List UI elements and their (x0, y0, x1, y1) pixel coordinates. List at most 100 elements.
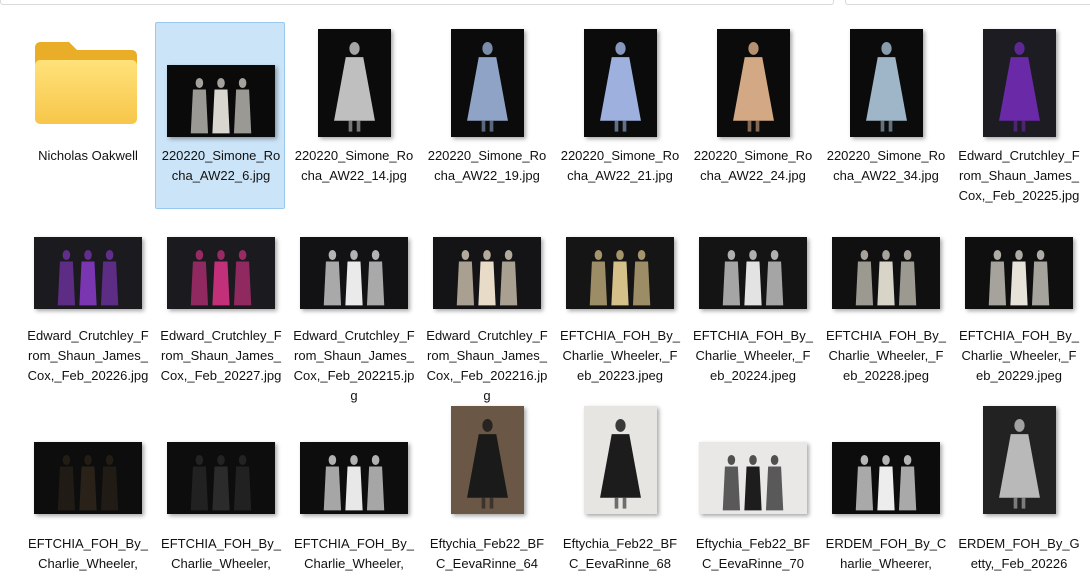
image-thumbnail (451, 29, 524, 137)
file-name: 220220_Simone_Rocha_AW22_24.jpg (693, 148, 813, 183)
file-name: Edward_Crutchley_From_Shaun_James_Cox,_F… (27, 328, 149, 383)
file-name: 220220_Simone_Rocha_AW22_34.jpg (826, 148, 946, 183)
image-thumbnail (34, 237, 142, 309)
photo-preview (717, 29, 790, 137)
file-item[interactable]: Edward_Crutchley_From_Shaun_James_Cox,_F… (22, 230, 152, 400)
photo-preview (832, 237, 940, 309)
file-name: EFTCHIA_FOH_By_Charlie_Wheeler, (28, 536, 148, 571)
image-thumbnail (965, 237, 1073, 309)
photo-preview (584, 406, 657, 514)
photo-preview (850, 29, 923, 137)
file-item[interactable]: 220220_Simone_Rocha_AW22_21.jpg (554, 22, 684, 209)
thumbnail-area (555, 406, 685, 527)
file-item[interactable]: 220220_Simone_Rocha_AW22_14.jpg (288, 22, 418, 209)
image-thumbnail (451, 406, 524, 514)
file-item[interactable]: ERDEM_FOH_By_Charlie_Wheerer, (820, 406, 950, 576)
thumbnail-area (156, 407, 286, 527)
file-item[interactable]: Edward_Crutchley_From_Shaun_James_Cox,_F… (155, 230, 285, 400)
file-item[interactable]: 220220_Simone_Rocha_AW22_24.jpg (687, 22, 817, 209)
thumbnail-area (422, 23, 552, 143)
photo-preview (983, 29, 1056, 137)
file-item[interactable]: 220220_Simone_Rocha_AW22_6.jpg (155, 22, 285, 209)
folder-icon (35, 42, 137, 124)
image-thumbnail (584, 29, 657, 137)
thumbnail-area (156, 23, 286, 143)
file-item[interactable]: Eftychia_Feb22_BFC_EevaRinne_64 (421, 406, 551, 576)
photo-preview (300, 237, 408, 309)
file-name: EFTCHIA_FOH_By_Charlie_Wheeler,_Feb_2022… (959, 328, 1079, 383)
thumbnail-area (555, 23, 685, 143)
photo-preview (34, 442, 142, 514)
file-item[interactable]: EFTCHIA_FOH_By_Charlie_Wheeler,_Feb_2022… (687, 230, 817, 400)
photo-preview (451, 29, 524, 137)
image-thumbnail (584, 406, 657, 514)
image-thumbnail (832, 237, 940, 309)
image-thumbnail (34, 442, 142, 514)
image-thumbnail (433, 237, 541, 309)
file-name: Edward_Crutchley_From_Shaun_James_Cox,_F… (160, 328, 282, 383)
image-thumbnail (300, 442, 408, 514)
image-thumbnail (699, 237, 807, 309)
file-item[interactable]: Edward_Crutchley_From_Shaun_James_Cox,_F… (421, 230, 551, 403)
image-thumbnail (699, 442, 807, 514)
image-thumbnail (983, 29, 1056, 137)
file-item[interactable]: ERDEM_FOH_By_Getty,_Feb_20226 (953, 406, 1083, 576)
photo-preview (300, 442, 408, 514)
file-item[interactable]: Edward_Crutchley_From_Shaun_James_Cox,_F… (953, 22, 1083, 209)
image-thumbnail (717, 29, 790, 137)
photo-preview (566, 237, 674, 309)
file-name: EFTCHIA_FOH_By_Charlie_Wheeler,_Feb_2022… (560, 328, 680, 383)
file-item[interactable]: EFTCHIA_FOH_By_Charlie_Wheeler, (155, 406, 285, 576)
file-item[interactable]: EFTCHIA_FOH_By_Charlie_Wheeler,_Feb_2022… (953, 230, 1083, 400)
image-thumbnail (983, 406, 1056, 514)
photo-preview (167, 442, 275, 514)
file-name: Edward_Crutchley_From_Shaun_James_Cox,_F… (293, 328, 415, 403)
file-name: 220220_Simone_Rocha_AW22_21.jpg (560, 148, 680, 183)
image-thumbnail (167, 65, 275, 137)
image-thumbnail (318, 29, 391, 137)
file-item[interactable]: EFTCHIA_FOH_By_Charlie_Wheeler, (288, 406, 418, 576)
image-thumbnail (832, 442, 940, 514)
toolbar-strip (0, 0, 1090, 6)
file-item[interactable]: 220220_Simone_Rocha_AW22_19.jpg (421, 22, 551, 209)
file-name: 220220_Simone_Rocha_AW22_6.jpg (161, 148, 281, 183)
image-thumbnail (850, 29, 923, 137)
photo-preview (167, 65, 275, 137)
thumbnail-area (422, 406, 552, 527)
file-name: 220220_Simone_Rocha_AW22_14.jpg (294, 148, 414, 183)
photo-preview (167, 237, 275, 309)
search-box[interactable] (845, 0, 1090, 5)
photo-preview (699, 237, 807, 309)
file-item[interactable]: 220220_Simone_Rocha_AW22_34.jpg (820, 22, 950, 209)
photo-preview (584, 29, 657, 137)
thumbnail-area (289, 23, 419, 143)
thumbnail-area (954, 23, 1084, 143)
folder-item[interactable]: Nicholas Oakwell (22, 22, 152, 209)
file-name: Eftychia_Feb22_BFC_EevaRinne_64 (429, 536, 545, 571)
file-item[interactable]: EFTCHIA_FOH_By_Charlie_Wheeler, (22, 406, 152, 576)
file-item[interactable]: EFTCHIA_FOH_By_Charlie_Wheeler,_Feb_2022… (820, 230, 950, 400)
file-item[interactable]: Eftychia_Feb22_BFC_EevaRinne_68 (554, 406, 684, 576)
file-item[interactable]: EFTCHIA_FOH_By_Charlie_Wheeler,_Feb_2022… (554, 230, 684, 400)
image-thumbnail (566, 237, 674, 309)
thumbnail-area (954, 406, 1084, 527)
photo-preview (699, 442, 807, 514)
address-bar[interactable] (0, 0, 834, 5)
file-name: EFTCHIA_FOH_By_Charlie_Wheeler, (294, 536, 414, 571)
file-name: EFTCHIA_FOH_By_Charlie_Wheeler,_Feb_2022… (826, 328, 946, 383)
thumbnail-area (688, 23, 818, 143)
file-item[interactable]: Edward_Crutchley_From_Shaun_James_Cox,_F… (288, 230, 418, 403)
file-name: Edward_Crutchley_From_Shaun_James_Cox,_F… (958, 148, 1080, 203)
file-name: Eftychia_Feb22_BFC_EevaRinne_70 (695, 536, 811, 571)
file-name: EFTCHIA_FOH_By_Charlie_Wheeler, (161, 536, 281, 571)
file-item[interactable]: Eftychia_Feb22_BFC_EevaRinne_70 (687, 406, 817, 576)
photo-preview (318, 29, 391, 137)
photo-preview (983, 406, 1056, 514)
thumbnail-area (688, 407, 818, 527)
thumbnail-area (821, 407, 951, 527)
folder-name: Nicholas Oakwell (38, 148, 138, 163)
thumbnail-area (289, 407, 419, 527)
image-thumbnail (167, 237, 275, 309)
image-thumbnail (300, 237, 408, 309)
file-name: ERDEM_FOH_By_Getty,_Feb_20226 (958, 536, 1080, 571)
